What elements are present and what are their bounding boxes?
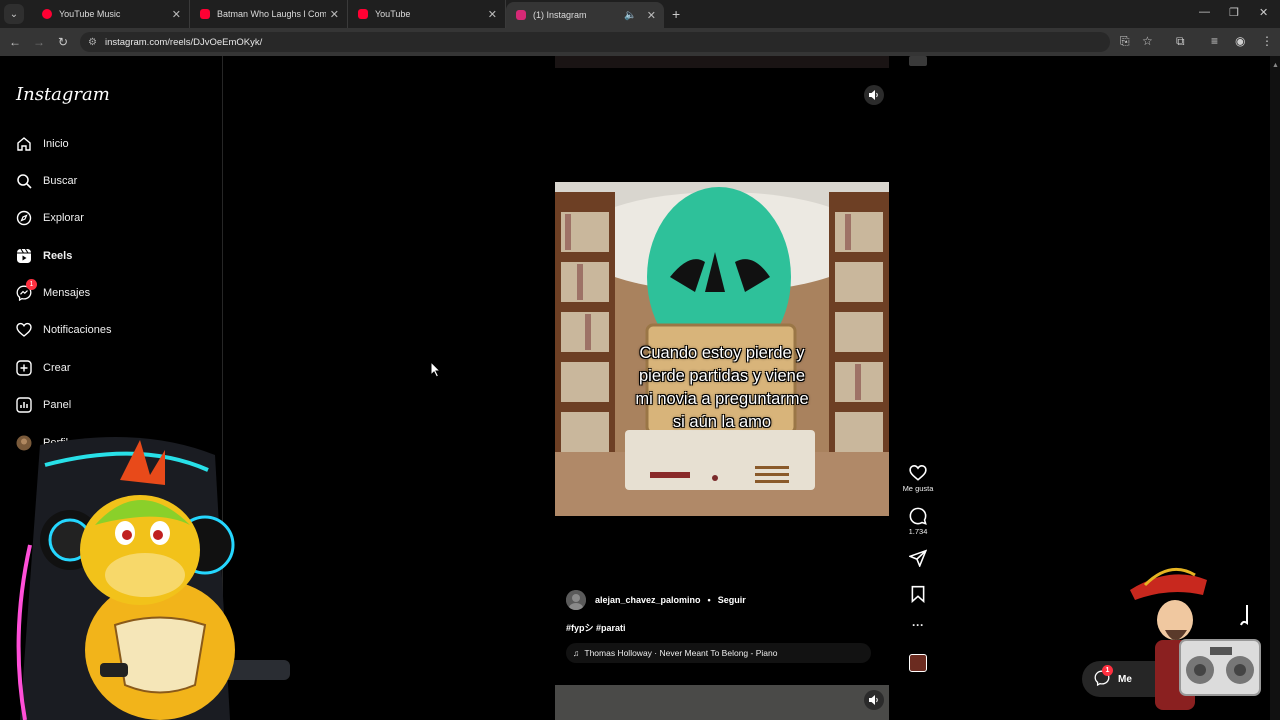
home-icon	[16, 136, 32, 152]
like-button[interactable]: Me gusta	[900, 464, 936, 493]
nav-item-crear[interactable]: Crear	[16, 360, 71, 376]
nav-item-reels[interactable]: Reels	[16, 248, 72, 264]
streamer-mascot-overlay	[16, 437, 290, 720]
youtube-favicon-icon	[200, 9, 210, 19]
reel-author-row: alejan_chavez_palomino • Seguir	[566, 590, 746, 610]
speaker-icon	[869, 695, 878, 705]
back-icon[interactable]: ←	[3, 35, 27, 49]
audio-thumbnail[interactable]	[909, 654, 927, 672]
close-tab-icon[interactable]: ✕	[330, 8, 339, 21]
speaker-icon	[869, 90, 878, 100]
nav-item-notificaciones[interactable]: Notificaciones	[16, 322, 111, 338]
browser-tab[interactable]: Batman Who Laughs l Comic N ✕	[190, 0, 348, 28]
close-window-icon[interactable]: ✕	[1259, 6, 1268, 19]
restore-icon[interactable]: ❐	[1229, 6, 1239, 19]
messenger-icon: 1	[1094, 664, 1113, 689]
heart-icon	[909, 465, 927, 481]
share-button[interactable]	[900, 549, 936, 569]
instagram-favicon-icon	[516, 10, 526, 20]
browser-toolbar: ← → ↻ ⚙ instagram.com/reels/DJvOeEmOKyk/	[0, 28, 1280, 56]
comment-icon	[909, 507, 927, 525]
comment-button[interactable]: 1.734	[900, 507, 936, 536]
bookmark-star-icon[interactable]: ☆	[1142, 34, 1153, 48]
messages-pill-badge: 1	[1102, 664, 1113, 676]
scroll-up-icon[interactable]: ▲	[1272, 62, 1279, 69]
browser-tab[interactable]: YouTube ✕	[348, 0, 506, 28]
more-options-icon[interactable]: ···	[900, 618, 936, 632]
plus-square-icon	[16, 360, 32, 376]
close-tab-icon[interactable]: ✕	[172, 8, 181, 21]
browser-tab-active[interactable]: (1) Instagram 🔈 ✕	[506, 2, 664, 28]
forward-icon[interactable]: →	[27, 35, 51, 49]
mouse-cursor-icon	[431, 362, 441, 378]
instagram-logo[interactable]: Instagram	[16, 84, 110, 105]
next-reel-mute-toggle[interactable]	[864, 690, 884, 710]
dot-separator: •	[707, 595, 711, 605]
music-track-text: Thomas Holloway · Never Meant To Belong …	[584, 648, 778, 658]
youtube-music-favicon-icon	[42, 9, 52, 19]
mute-toggle[interactable]	[864, 85, 884, 105]
messenger-icon: 1	[16, 279, 37, 301]
new-tab-icon[interactable]: +	[672, 6, 680, 22]
site-info-icon[interactable]: ⚙	[88, 37, 97, 48]
page-scrollbar[interactable]: ▲	[1270, 56, 1280, 720]
author-avatar[interactable]	[566, 590, 586, 610]
author-username[interactable]: alejan_chavez_palomino	[595, 595, 701, 605]
youtube-favicon-icon	[358, 9, 368, 19]
profile-icon[interactable]: ◉	[1235, 34, 1245, 48]
media-controls-icon[interactable]: ≡	[1211, 34, 1218, 48]
nav-item-explorar[interactable]: Explorar	[16, 210, 84, 226]
heart-icon	[16, 322, 32, 338]
search-icon	[16, 173, 32, 189]
chart-icon	[16, 397, 32, 413]
reload-icon[interactable]: ↻	[51, 35, 75, 49]
send-icon	[907, 549, 928, 568]
install-app-icon[interactable]: ⎘	[1120, 34, 1130, 49]
browser-tab[interactable]: YouTube Music ✕	[32, 0, 190, 28]
nav-item-buscar[interactable]: Buscar	[16, 173, 77, 189]
previous-reel-edge	[555, 56, 889, 68]
reel-caption-overlay: Cuando estoy pierde y pierde partidas y …	[635, 344, 809, 431]
messages-badge: 1	[26, 279, 37, 290]
tab-search-button[interactable]: ⌄	[4, 4, 24, 24]
follow-button[interactable]: Seguir	[718, 595, 746, 605]
extensions-icon[interactable]: ⧉	[1176, 34, 1185, 49]
reel-music-pill[interactable]: ♫ Thomas Holloway · Never Meant To Belon…	[566, 643, 871, 663]
reel-video[interactable]: Cuando estoy pierde y pierde partidas y …	[555, 182, 889, 516]
comment-count: 1.734	[908, 527, 928, 536]
close-tab-icon[interactable]: ✕	[488, 8, 497, 21]
address-bar[interactable]: ⚙ instagram.com/reels/DJvOeEmOKyk/	[80, 32, 1110, 52]
nav-item-mensajes[interactable]: 1 Mensajes	[16, 279, 90, 301]
minimize-icon[interactable]: —	[1199, 6, 1210, 18]
reels-icon	[16, 248, 32, 264]
bookmark-icon	[911, 585, 925, 604]
reel-hashtags[interactable]: #fypシ #parati	[566, 621, 626, 634]
compass-icon	[16, 210, 32, 226]
music-note-icon: ♫	[573, 648, 580, 658]
tab-audio-icon[interactable]: 🔈	[624, 10, 636, 21]
previous-reel-audio-thumb[interactable]	[909, 56, 927, 66]
url-text: instagram.com/reels/DJvOeEmOKyk/	[104, 36, 263, 48]
nav-item-panel[interactable]: Panel	[16, 397, 71, 413]
like-label: Me gusta	[902, 484, 934, 493]
next-reel-preview[interactable]	[555, 685, 889, 720]
chrome-menu-icon[interactable]: ⋮	[1261, 34, 1273, 48]
close-tab-icon[interactable]: ✕	[647, 9, 656, 22]
nav-item-inicio[interactable]: Inicio	[16, 136, 69, 152]
browser-tab-strip: ⌄ YouTube Music ✕ Batman Who Laughs l Co…	[0, 0, 1280, 28]
pirate-boombox-overlay	[1130, 567, 1261, 710]
save-button[interactable]	[900, 585, 936, 605]
